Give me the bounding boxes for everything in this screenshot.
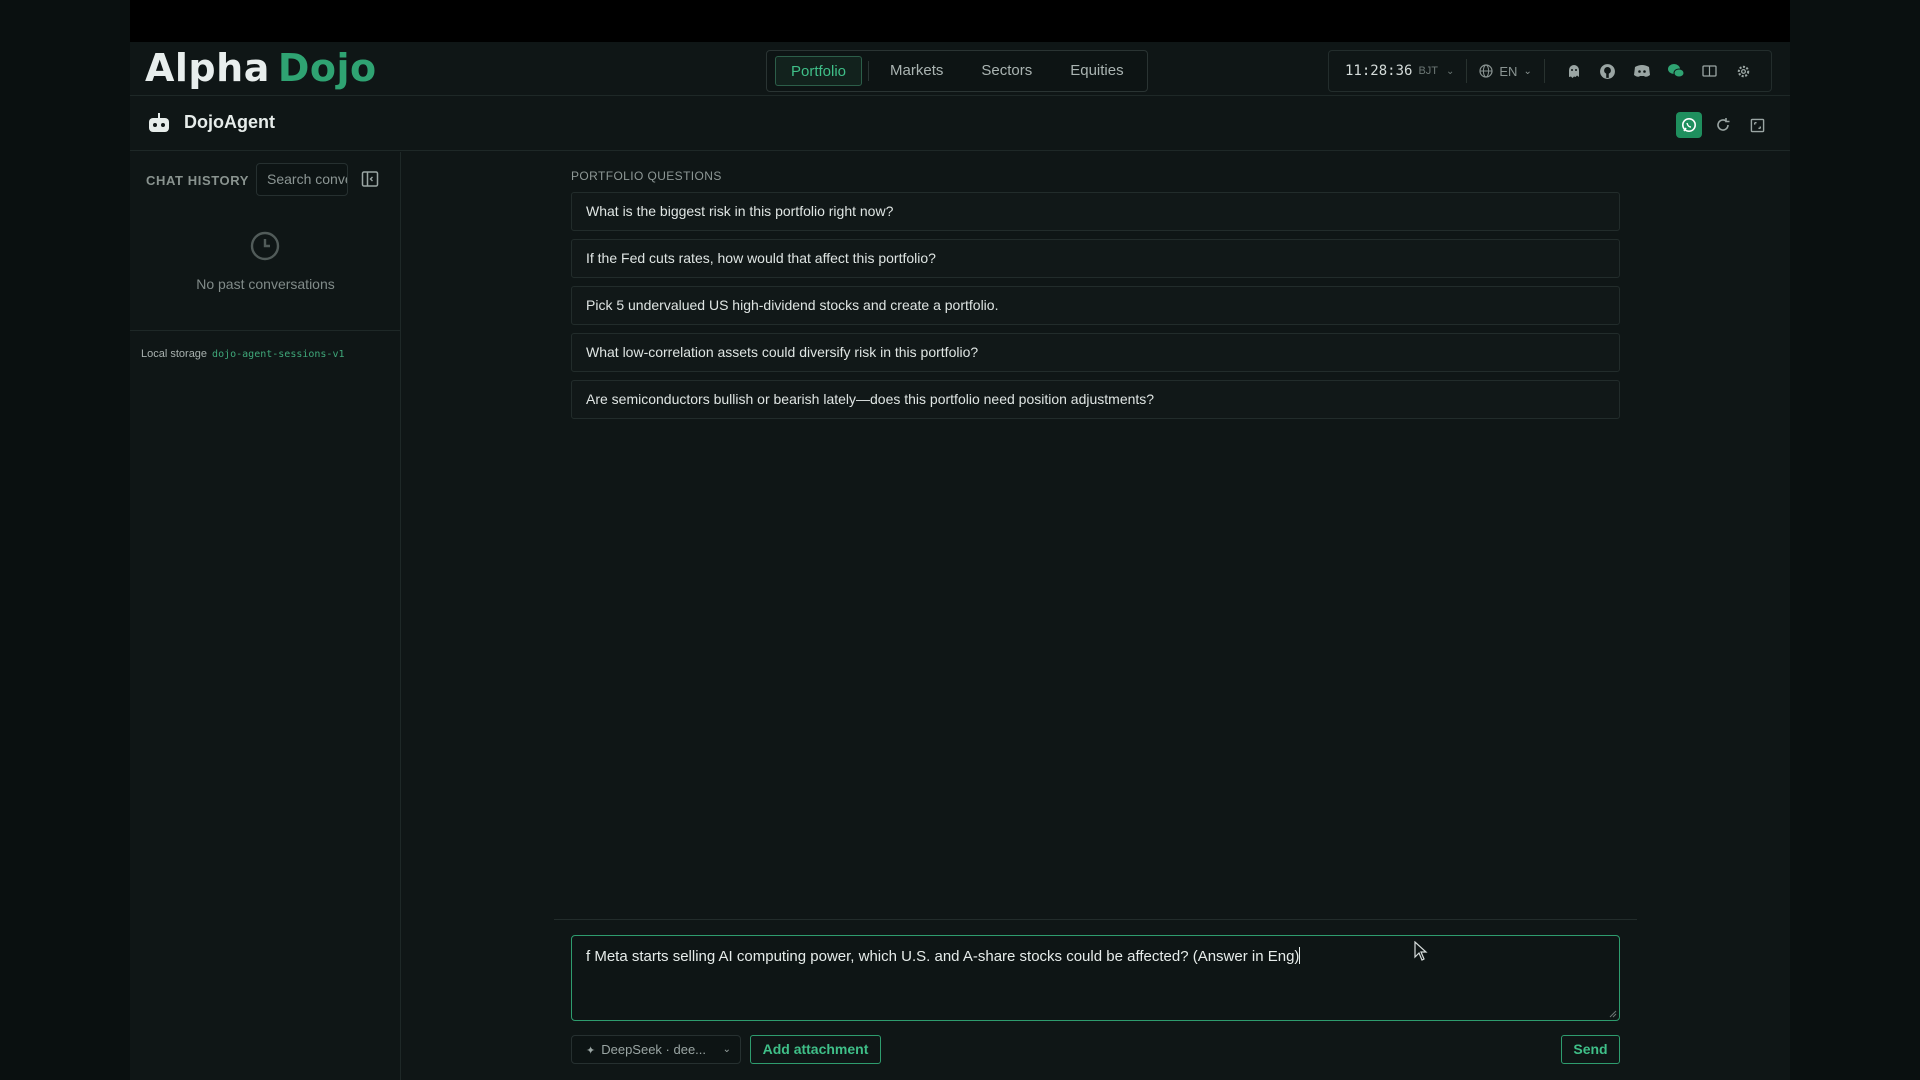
text-caret [1299,947,1301,964]
send-button[interactable]: Send [1561,1035,1620,1064]
sparkle-icon: ✦ [586,1045,596,1057]
screen: Alpha Dojo Portfolio Markets Sectors Equi… [0,0,1920,1080]
header-tools: 11:28:36 BJT ⌄ EN ⌄ [1328,50,1772,92]
nav-divider [868,61,870,81]
suggested-question[interactable]: What is the biggest risk in this portfol… [571,192,1620,231]
add-attachment-button[interactable]: Add attachment [750,1035,881,1064]
app-header: Alpha Dojo Portfolio Markets Sectors Equi… [130,42,1790,96]
message-input[interactable]: f Meta starts selling AI computing power… [571,935,1620,1021]
github-icon[interactable] [1598,61,1618,81]
agent-title: DojoAgent [184,112,275,132]
book-icon[interactable] [1700,61,1720,81]
tab-sectors[interactable]: Sectors [966,56,1047,86]
suggested-question[interactable]: What low-correlation assets could divers… [571,333,1620,372]
globe-icon [1479,64,1493,78]
chevron-down-icon: ⌄ [1523,65,1532,77]
suggested-question[interactable]: If the Fed cuts rates, how would that af… [571,239,1620,278]
window-top-bar [130,0,1790,42]
empty-history-text: No past conversations [196,276,335,292]
clock-timezone: BJT [1418,65,1438,77]
local-storage-key: dojo-agent-sessions-v1 [212,349,345,360]
tool-divider [1466,59,1468,83]
tool-divider [1543,59,1545,83]
suggested-questions: What is the biggest risk in this portfol… [571,192,1620,427]
expand-button[interactable] [1744,112,1770,138]
new-chat-button[interactable] [1710,112,1736,138]
tab-equities[interactable]: Equities [1055,56,1138,86]
resize-handle-icon[interactable] [1609,1010,1617,1018]
discord-icon[interactable] [1632,61,1652,81]
chevron-down-icon: ⌄ [722,1044,731,1055]
model-selector[interactable]: ✦ DeepSeek · dee... ⌄ [571,1035,741,1064]
composer-divider [554,919,1637,920]
local-storage-label: Local storage [141,348,208,360]
clock-time[interactable]: 11:28:36 [1345,63,1412,79]
chevron-down-icon[interactable]: ⌄ [1446,66,1454,77]
sidebar-divider [130,330,400,331]
message-input-value: f Meta starts selling AI computing power… [586,948,1300,965]
suggested-question[interactable]: Are semiconductors bullish or bearish la… [571,380,1620,419]
robot-icon [149,113,169,132]
main-nav: Portfolio Markets Sectors Equities [766,50,1148,92]
brand-part1: Alpha [145,46,270,90]
chat-mode-button[interactable] [1676,112,1702,138]
language-selector[interactable]: EN ⌄ [1479,63,1532,79]
tab-portfolio[interactable]: Portfolio [775,56,863,86]
chat-history-label: CHAT HISTORY [146,173,250,188]
chat-icon [1682,118,1696,132]
chat-history-sidebar: CHAT HISTORY Search conversations No pas… [130,152,401,1080]
collapse-sidebar-icon[interactable] [361,170,379,188]
brand-part2: Dojo [277,46,377,90]
gear-icon[interactable] [1734,61,1754,81]
suggested-question[interactable]: Pick 5 undervalued US high-dividend stoc… [571,286,1620,325]
ghost-icon[interactable] [1564,61,1584,81]
language-label: EN [1499,63,1518,79]
local-storage-info: Local storage dojo-agent-sessions-v1 [141,348,345,360]
history-clock-icon [250,231,280,261]
portfolio-questions-title: PORTFOLIO QUESTIONS [571,169,722,183]
tab-markets[interactable]: Markets [875,56,958,86]
expand-icon [1750,118,1764,132]
refresh-chat-icon [1717,118,1730,131]
mouse-cursor-icon [1414,941,1428,961]
app-window: Alpha Dojo Portfolio Markets Sectors Equi… [130,42,1790,1080]
wechat-icon[interactable] [1666,61,1686,81]
history-search-input[interactable]: Search conversations [256,163,348,196]
agent-bar: DojoAgent [130,97,1790,151]
brand-logo[interactable]: Alpha Dojo [145,46,377,90]
model-label: DeepSeek · dee... [601,1042,707,1057]
